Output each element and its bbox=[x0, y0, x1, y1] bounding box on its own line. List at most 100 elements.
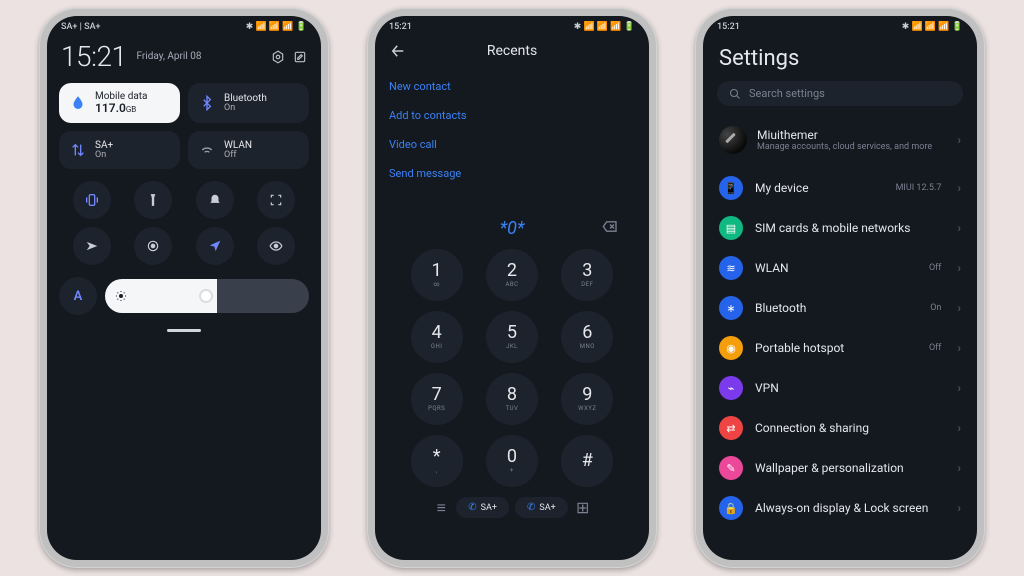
settings-item-state: Off bbox=[929, 263, 941, 273]
wifi-icon bbox=[196, 139, 218, 161]
video-call-link[interactable]: Video call bbox=[389, 130, 635, 159]
status-bar: 15:21 ✱ 📶 📶 📶 🔋 bbox=[703, 16, 977, 34]
settings-item-label: Always-on display & Lock screen bbox=[755, 501, 941, 515]
dialed-number: *0* bbox=[500, 218, 525, 239]
keypad-1[interactable]: 1∞ bbox=[411, 249, 463, 301]
chevron-right-icon: › bbox=[957, 421, 961, 435]
settings-item[interactable]: ▤SIM cards & mobile networks› bbox=[703, 208, 977, 248]
key-number: 0 bbox=[507, 448, 517, 466]
status-time: 15:21 bbox=[717, 22, 740, 32]
keypad-8[interactable]: 8TUV bbox=[486, 373, 538, 425]
key-letters: ABC bbox=[505, 281, 518, 288]
settings-item-label: Bluetooth bbox=[755, 301, 918, 315]
settings-title: Settings bbox=[703, 34, 977, 81]
status-time: 15:21 bbox=[389, 22, 412, 32]
key-number: 8 bbox=[507, 386, 517, 404]
keypad-*[interactable]: *, bbox=[411, 435, 463, 487]
add-to-contacts-link[interactable]: Add to contacts bbox=[389, 101, 635, 130]
status-icons: ✱ 📶 📶 📶 🔋 bbox=[246, 22, 307, 32]
profile-row[interactable]: Miuithemer Manage accounts, cloud servic… bbox=[703, 116, 977, 168]
search-icon bbox=[729, 88, 741, 100]
bluetooth-icon bbox=[196, 92, 218, 114]
signal-exchange-icon bbox=[67, 139, 89, 161]
brightness-knob bbox=[201, 291, 211, 301]
flashlight-toggle[interactable] bbox=[134, 181, 172, 219]
keypad-7[interactable]: 7PQRS bbox=[411, 373, 463, 425]
key-letters: WXYZ bbox=[578, 405, 596, 412]
bell-toggle[interactable] bbox=[196, 181, 234, 219]
settings-item[interactable]: ⌁VPN› bbox=[703, 368, 977, 408]
brightness-slider[interactable] bbox=[105, 279, 309, 313]
location-toggle[interactable] bbox=[196, 227, 234, 265]
settings-item[interactable]: ◉Portable hotspotOff› bbox=[703, 328, 977, 368]
settings-item-icon: ✎ bbox=[719, 456, 743, 480]
search-input[interactable]: Search settings bbox=[717, 81, 963, 106]
keypad-3[interactable]: 3DEF bbox=[561, 249, 613, 301]
phone-mockup-settings: 15:21 ✱ 📶 📶 📶 🔋 Settings Search settings… bbox=[695, 8, 985, 568]
sa-tile[interactable]: SA+ On bbox=[59, 131, 180, 169]
settings-item-icon: ▤ bbox=[719, 216, 743, 240]
settings-item[interactable]: ∗BluetoothOn› bbox=[703, 288, 977, 328]
phone-icon: ✆ bbox=[527, 502, 535, 513]
settings-item-label: Connection & sharing bbox=[755, 421, 941, 435]
settings-item[interactable]: ✎Wallpaper & personalization› bbox=[703, 448, 977, 488]
settings-item[interactable]: ⇄ Connection & sharing › bbox=[703, 408, 977, 448]
key-number: 2 bbox=[507, 262, 517, 280]
settings-item-icon: ⌁ bbox=[719, 376, 743, 400]
new-contact-link[interactable]: New contact bbox=[389, 72, 635, 101]
settings-item[interactable]: ≋WLANOff› bbox=[703, 248, 977, 288]
eye-toggle[interactable] bbox=[257, 227, 295, 265]
settings-item-label: WLAN bbox=[755, 261, 917, 275]
vibrate-toggle[interactable] bbox=[73, 181, 111, 219]
settings-item-icon: ⇄ bbox=[719, 416, 743, 440]
clock-date: Friday, April 08 bbox=[137, 51, 263, 62]
settings-item-icon: 🔒 bbox=[719, 496, 743, 520]
key-number: 1 bbox=[432, 262, 442, 280]
chevron-right-icon: › bbox=[957, 261, 961, 275]
key-letters: TUV bbox=[506, 405, 519, 412]
keypad-0[interactable]: 0+ bbox=[486, 435, 538, 487]
airplane-toggle[interactable] bbox=[73, 227, 111, 265]
key-letters: PQRS bbox=[428, 405, 445, 412]
key-letters: ∞ bbox=[433, 281, 440, 288]
auto-brightness-toggle[interactable]: A bbox=[59, 277, 97, 315]
menu-icon[interactable]: ≡ bbox=[432, 499, 450, 517]
mobile-data-tile[interactable]: Mobile data 117.0GB bbox=[59, 83, 180, 123]
settings-item[interactable]: 📱My deviceMIUI 12.5.7› bbox=[703, 168, 977, 208]
phone-icon: ✆ bbox=[468, 502, 476, 513]
call-sim1-button[interactable]: ✆SA+ bbox=[456, 497, 509, 518]
settings-hex-icon[interactable] bbox=[271, 50, 285, 64]
profile-subtitle: Manage accounts, cloud services, and mor… bbox=[757, 142, 943, 153]
dark-mode-toggle[interactable] bbox=[134, 227, 172, 265]
screenshot-toggle[interactable] bbox=[257, 181, 295, 219]
droplet-icon bbox=[67, 92, 89, 114]
keypad-6[interactable]: 6MNO bbox=[561, 311, 613, 363]
key-number: 6 bbox=[582, 324, 592, 342]
bluetooth-label: Bluetooth bbox=[224, 93, 267, 104]
call-sim2-button[interactable]: ✆SA+ bbox=[515, 497, 568, 518]
settings-item-label: Portable hotspot bbox=[755, 341, 917, 355]
key-letters: DEF bbox=[581, 281, 593, 288]
recents-title: Recents bbox=[389, 43, 635, 59]
keypad-5[interactable]: 5JKL bbox=[486, 311, 538, 363]
avatar bbox=[719, 126, 747, 154]
dialpad-grid-icon[interactable]: ⊞ bbox=[574, 499, 592, 517]
keypad-#[interactable]: # bbox=[561, 435, 613, 487]
keypad-2[interactable]: 2ABC bbox=[486, 249, 538, 301]
bluetooth-tile[interactable]: Bluetooth On bbox=[188, 83, 309, 123]
key-letters: MNO bbox=[580, 343, 595, 350]
keypad-4[interactable]: 4GHI bbox=[411, 311, 463, 363]
chevron-right-icon: › bbox=[957, 301, 961, 315]
settings-item-label: Wallpaper & personalization bbox=[755, 461, 941, 475]
key-letters: + bbox=[510, 467, 514, 474]
status-icons: ✱ 📶 📶 📶 🔋 bbox=[574, 22, 635, 32]
settings-item-icon: ◉ bbox=[719, 336, 743, 360]
backspace-icon[interactable] bbox=[601, 217, 619, 236]
settings-item[interactable]: 🔒Always-on display & Lock screen› bbox=[703, 488, 977, 528]
wlan-tile[interactable]: WLAN Off bbox=[188, 131, 309, 169]
send-message-link[interactable]: Send message bbox=[389, 159, 635, 188]
key-letters: JKL bbox=[506, 343, 518, 350]
keypad-9[interactable]: 9WXYZ bbox=[561, 373, 613, 425]
edit-icon[interactable] bbox=[293, 50, 307, 64]
mobile-data-value: 117.0GB bbox=[95, 102, 148, 115]
